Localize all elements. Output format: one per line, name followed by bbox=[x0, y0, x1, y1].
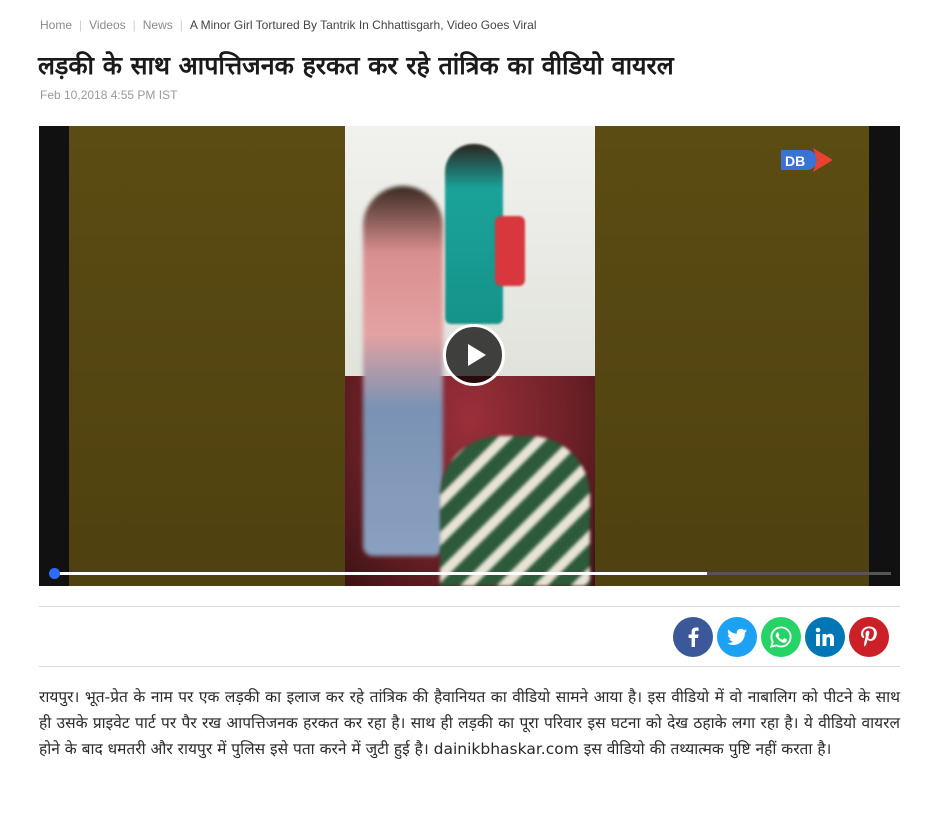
article-body: रायपुर। भूत-प्रेत के नाम पर एक लड़की का … bbox=[39, 688, 900, 758]
breadcrumb-news-link[interactable]: News bbox=[143, 18, 173, 32]
whatsapp-share-button[interactable] bbox=[761, 617, 801, 657]
scene-figure bbox=[440, 436, 590, 586]
linkedin-share-button[interactable] bbox=[805, 617, 845, 657]
publish-timestamp: Feb 10,2018 4:55 PM IST bbox=[40, 88, 178, 102]
facebook-share-button[interactable] bbox=[673, 617, 713, 657]
breadcrumb-videos-link[interactable]: Videos bbox=[89, 18, 125, 32]
whatsapp-icon bbox=[770, 626, 792, 648]
scene-chair bbox=[495, 216, 525, 286]
divider bbox=[39, 666, 900, 667]
play-button[interactable] bbox=[443, 324, 505, 386]
video-progress-bar[interactable] bbox=[49, 568, 891, 579]
breadcrumb-separator: | bbox=[179, 18, 183, 32]
pinterest-icon bbox=[861, 626, 877, 647]
breadcrumb-home-link[interactable]: Home bbox=[40, 18, 72, 32]
divider bbox=[39, 606, 900, 607]
twitter-share-button[interactable] bbox=[717, 617, 757, 657]
video-player[interactable]: DB bbox=[39, 126, 900, 586]
play-icon bbox=[468, 344, 486, 366]
svg-text:DB: DB bbox=[785, 153, 805, 169]
breadcrumb-separator: | bbox=[132, 18, 136, 32]
video-blur-panel-left bbox=[69, 126, 345, 586]
share-bar bbox=[673, 617, 889, 657]
facebook-icon bbox=[688, 627, 699, 647]
breadcrumb: Home | Videos | News | A Minor Girl Tort… bbox=[40, 16, 537, 34]
linkedin-icon bbox=[815, 627, 834, 646]
scene-figure bbox=[363, 186, 443, 556]
twitter-icon bbox=[727, 628, 747, 645]
video-progress-played bbox=[53, 572, 707, 575]
video-blur-panel-right bbox=[595, 126, 869, 586]
db-logo-icon: DB bbox=[781, 148, 833, 172]
page-title: लड़की के साथ आपत्तिजनक हरकत कर रहे तांत्… bbox=[38, 51, 674, 80]
breadcrumb-current: A Minor Girl Tortured By Tantrik In Chha… bbox=[189, 18, 537, 32]
video-progress-handle[interactable] bbox=[49, 568, 60, 579]
pinterest-share-button[interactable] bbox=[849, 617, 889, 657]
breadcrumb-separator: | bbox=[79, 18, 83, 32]
